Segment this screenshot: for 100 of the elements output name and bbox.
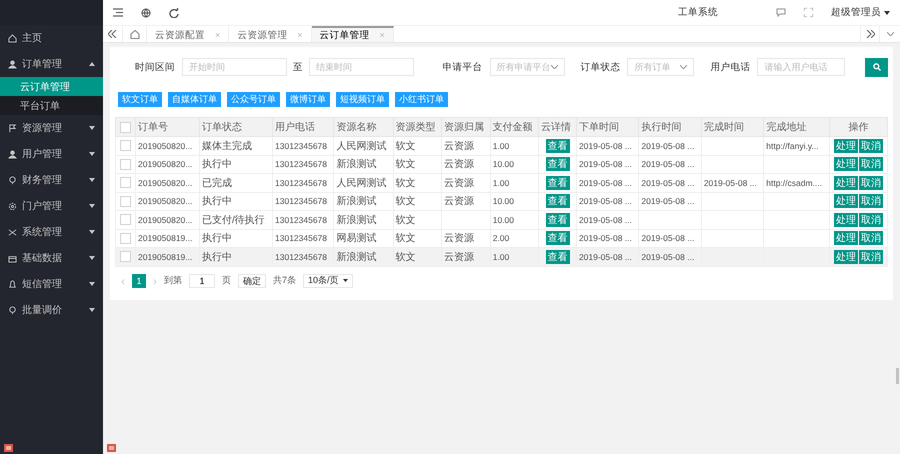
order-type-button[interactable]: 自媒体订单: [168, 92, 221, 107]
table-cell: 云资源: [444, 159, 474, 170]
action-button[interactable]: 处理: [834, 157, 858, 172]
table-cell: 2019050820...: [138, 178, 192, 188]
close-icon[interactable]: ×: [297, 30, 303, 40]
table-cell: 软文: [396, 214, 416, 226]
column-header: 完成地址: [764, 118, 830, 136]
app-icon[interactable]: [107, 444, 116, 452]
action-button[interactable]: 取消: [858, 157, 883, 172]
view-button[interactable]: 查看: [546, 138, 570, 153]
search-button[interactable]: [865, 58, 888, 76]
view-button[interactable]: 查看: [546, 194, 570, 208]
action-button[interactable]: 处理: [834, 138, 858, 153]
table-cell: 云资源: [444, 196, 474, 208]
close-icon[interactable]: ×: [215, 30, 220, 40]
scroll-right-button[interactable]: [860, 26, 880, 42]
table-cell: 软文: [396, 252, 416, 263]
table-cell: 云资源: [444, 140, 474, 152]
start-time-field[interactable]: 开始时间: [182, 58, 287, 76]
view-button[interactable]: 查看: [546, 250, 570, 264]
table-cell: 1.00: [492, 178, 510, 188]
sidebar-item[interactable]: 资源管理: [0, 115, 103, 141]
phone-field[interactable]: 请输入用户电话: [757, 58, 846, 76]
page-tab[interactable]: 云订单管理 ×: [312, 26, 394, 42]
double-chevron-left-icon: [108, 30, 117, 38]
view-button[interactable]: 查看: [546, 231, 570, 246]
fullscreen-icon[interactable]: [804, 8, 813, 17]
chat-icon[interactable]: [776, 8, 786, 17]
action-button[interactable]: 处理: [834, 231, 858, 246]
column-header: 资源类型: [393, 118, 442, 136]
table-cell: 2019050820...: [138, 196, 192, 206]
sidebar-item[interactable]: 短信管理: [0, 271, 103, 297]
user-icon: [8, 60, 17, 68]
row-checkbox[interactable]: [120, 214, 131, 226]
end-time-field[interactable]: 结束时间: [309, 58, 414, 76]
row-checkbox[interactable]: [120, 251, 131, 262]
flag-icon: [8, 124, 17, 132]
refresh-icon[interactable]: [169, 8, 179, 18]
user-menu[interactable]: 超级管理员: [831, 6, 890, 19]
sidebar-item[interactable]: 批量调价: [0, 297, 103, 323]
row-checkbox[interactable]: [120, 177, 131, 188]
table-cell: 13012345678: [275, 252, 328, 262]
app-icon[interactable]: [4, 444, 13, 452]
order-type-button[interactable]: 短视频订单: [336, 92, 389, 107]
globe-icon[interactable]: [141, 8, 151, 18]
table-cell: 2019050820...: [138, 140, 192, 151]
action-button[interactable]: 处理: [834, 212, 858, 227]
table-cell: http://csadm....: [766, 178, 822, 188]
goto-label: 到第: [164, 274, 182, 287]
action-button[interactable]: 取消: [858, 176, 883, 190]
box-icon: [8, 254, 17, 262]
sidebar-item[interactable]: 基础数据: [0, 245, 103, 271]
table-cell: 2019-05-08 ...: [578, 233, 632, 244]
action-button[interactable]: 取消: [858, 194, 883, 208]
sidebar-item[interactable]: 门户管理: [0, 193, 103, 219]
view-button[interactable]: 查看: [546, 157, 570, 172]
column-header: 资源归属: [442, 118, 490, 136]
sidebar-subitem[interactable]: 平台订单: [0, 96, 103, 115]
sidebar-item[interactable]: 用户管理: [0, 141, 103, 167]
sidebar-item[interactable]: 订单管理: [0, 51, 103, 77]
sidebar-item[interactable]: 系统管理: [0, 219, 103, 245]
table-cell: 云资源: [444, 252, 474, 263]
action-button[interactable]: 取消: [858, 231, 883, 246]
page-number[interactable]: 1: [132, 274, 146, 288]
action-button[interactable]: 处理: [834, 250, 858, 264]
platform-select[interactable]: 所有申请平台: [490, 58, 565, 76]
action-button[interactable]: 取消: [858, 138, 883, 153]
table-cell: 新浪测试: [336, 159, 376, 170]
action-button[interactable]: 处理: [834, 194, 858, 208]
sidebar-item[interactable]: 主页: [0, 25, 103, 51]
action-button[interactable]: 取消: [858, 250, 883, 264]
order-type-button[interactable]: 小红书订单: [395, 92, 448, 107]
table-cell: 软文: [396, 159, 416, 170]
table-cell: 2019-05-08 ...: [641, 159, 694, 170]
table-cell: 执行中: [202, 233, 232, 244]
select-all-checkbox[interactable]: [120, 122, 131, 132]
view-button[interactable]: 查看: [546, 176, 570, 190]
order-type-button[interactable]: 微博订单: [286, 92, 330, 107]
row-checkbox[interactable]: [120, 140, 131, 152]
system-link[interactable]: 工单系统: [678, 6, 718, 19]
action-button[interactable]: 取消: [858, 212, 883, 227]
sidebar-subitem[interactable]: 云订单管理: [0, 77, 103, 96]
sidebar-item[interactable]: 财务管理: [0, 167, 103, 193]
action-button[interactable]: 处理: [834, 176, 858, 190]
caret-icon: [89, 152, 95, 156]
table-cell: 软文: [396, 196, 416, 208]
page-size-select[interactable]: 10条/页: [303, 274, 353, 288]
caret-icon: [89, 62, 95, 66]
page-field[interactable]: 1: [189, 274, 215, 288]
order-type-button[interactable]: 公众号订单: [227, 92, 280, 107]
row-checkbox[interactable]: [120, 196, 131, 207]
order-type-button[interactable]: 软文订单: [118, 92, 162, 107]
view-button[interactable]: 查看: [546, 212, 570, 227]
table-cell: 新浪测试: [336, 252, 376, 263]
table-cell: 13012345678: [275, 233, 328, 244]
row-checkbox[interactable]: [120, 232, 131, 244]
order-status-select[interactable]: 所有订单: [627, 58, 694, 76]
menu-icon[interactable]: [113, 8, 123, 17]
row-checkbox[interactable]: [120, 158, 131, 170]
confirm-button[interactable]: 确定: [238, 274, 266, 288]
